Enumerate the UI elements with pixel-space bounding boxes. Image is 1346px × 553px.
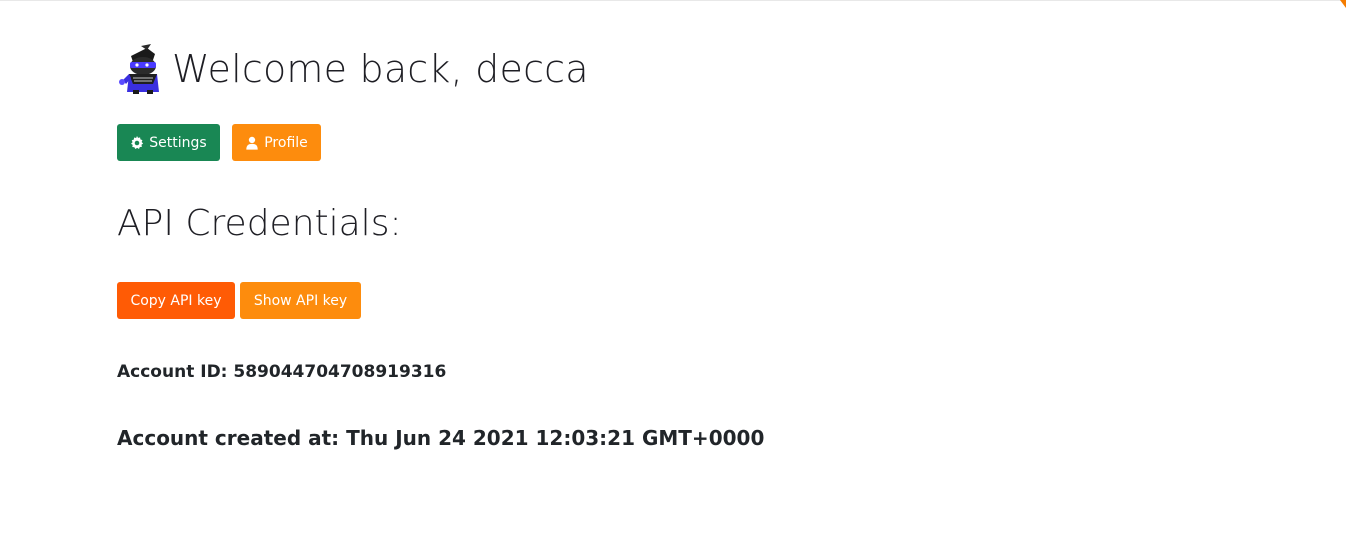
settings-button[interactable]: Settings	[117, 124, 220, 161]
profile-button-label: Profile	[264, 134, 308, 151]
ninja-avatar-icon	[119, 44, 159, 94]
copy-api-key-button[interactable]: Copy API key	[117, 282, 235, 319]
api-credentials-title: API Credentials:	[117, 203, 402, 244]
top-divider	[0, 0, 1346, 1]
user-icon	[246, 136, 258, 150]
corner-accent	[1340, 0, 1346, 8]
show-api-key-button[interactable]: Show API key	[240, 282, 361, 319]
gear-icon	[131, 135, 144, 149]
profile-button[interactable]: Profile	[232, 124, 321, 161]
account-created-at: Account created at: Thu Jun 24 2021 12:0…	[117, 426, 765, 450]
show-api-key-label: Show API key	[253, 292, 348, 309]
dashboard-page: Welcome back, decca Settings Profile API…	[0, 0, 1346, 553]
welcome-header: Welcome back, decca	[117, 44, 589, 94]
api-button-row: Copy API key Show API key	[117, 282, 361, 319]
account-id: Account ID: 589044704708919316	[117, 362, 447, 382]
settings-button-label: Settings	[149, 134, 207, 151]
copy-api-key-label: Copy API key	[130, 292, 222, 309]
nav-button-row: Settings Profile	[117, 124, 321, 161]
welcome-title: Welcome back, decca	[172, 47, 589, 91]
